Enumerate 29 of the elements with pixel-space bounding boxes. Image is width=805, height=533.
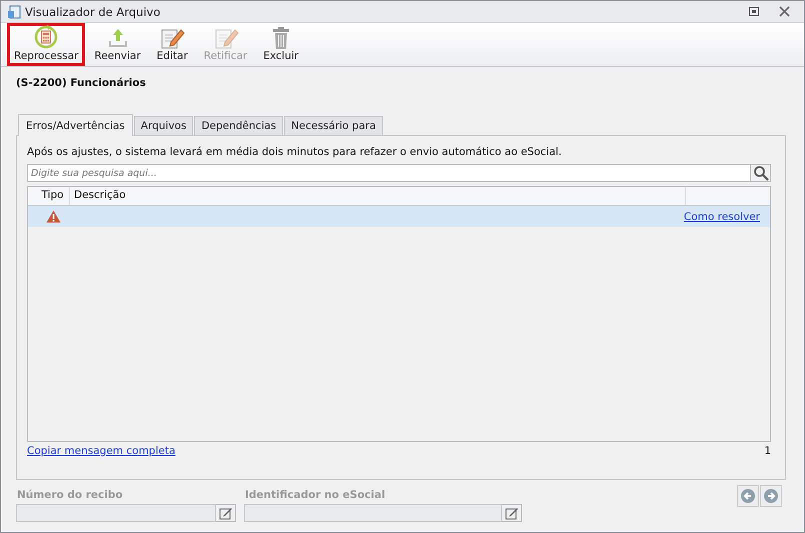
toolbar-button[interactable]: Excluir — [256, 23, 306, 66]
record-title: (S-2200) Funcionários — [16, 77, 147, 91]
app-icon — [7, 4, 21, 18]
trash-icon — [270, 26, 291, 50]
calculator-icon — [33, 24, 60, 50]
how-to-fix-link[interactable]: Como resolver — [684, 210, 760, 222]
previous-button[interactable] — [737, 485, 759, 507]
column-header[interactable]: Descrição — [70, 187, 686, 205]
notice-text: Após os ajustes, o sistema levará em média dois minutos para refazer o envio automático ao eSocial. — [27, 146, 563, 158]
toolbar-button[interactable]: Reprocessar — [7, 23, 86, 66]
tab[interactable]: Erros/Advertências — [18, 114, 133, 136]
next-button[interactable] — [760, 485, 782, 507]
tab[interactable]: Dependências — [194, 116, 284, 135]
window-title: Visualizador de Arquivo — [25, 4, 160, 18]
record-count: 1 — [764, 445, 771, 457]
warning-icon — [46, 210, 60, 223]
field-label: Identificador no eSocial — [245, 489, 386, 503]
table-row[interactable]: Como resolver — [28, 206, 770, 227]
field-label: Número do recibo — [17, 489, 124, 503]
copy-message-link[interactable]: Copiar mensagem completa — [27, 445, 176, 457]
edit-button[interactable] — [216, 504, 236, 522]
tab[interactable]: Necessário para — [284, 116, 383, 135]
search-button[interactable] — [751, 164, 771, 182]
edit-button[interactable] — [502, 504, 522, 522]
search-field[interactable]: Digite sua pesquisa aqui... — [27, 164, 751, 182]
toolbar-button[interactable]: Reenviar — [87, 23, 148, 66]
tab[interactable]: Arquivos — [134, 116, 194, 135]
toolbar-button[interactable]: Editar — [150, 23, 195, 66]
column-header[interactable]: Tipo — [28, 187, 70, 205]
